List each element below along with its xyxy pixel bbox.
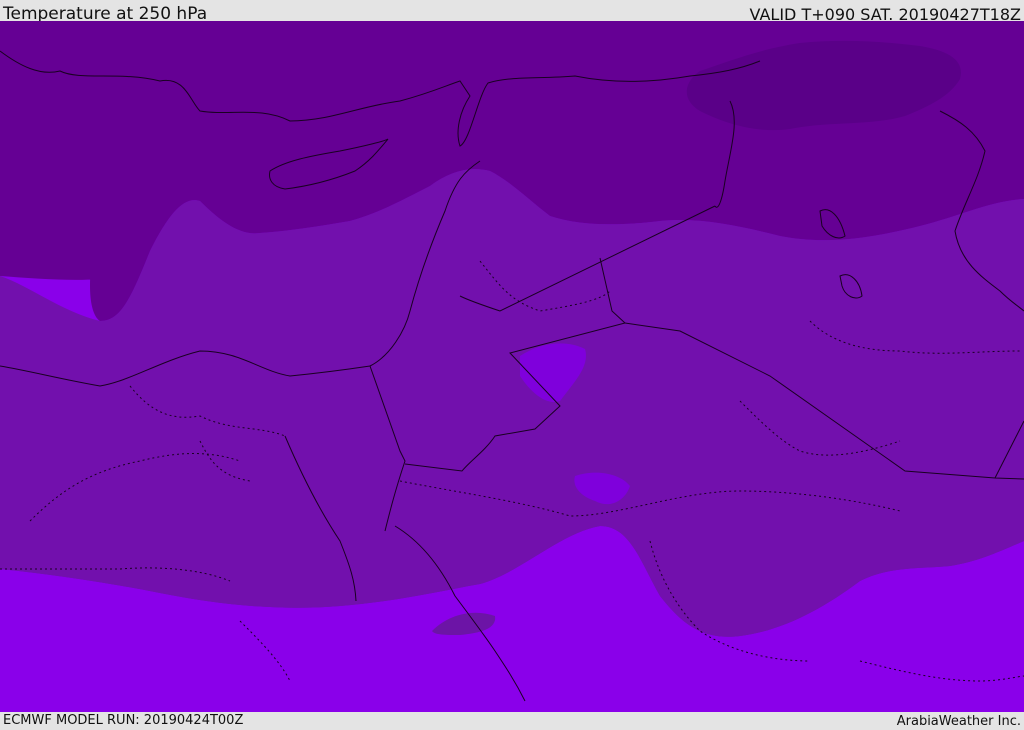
model-run-label: ECMWF MODEL RUN: 20190424T00Z <box>3 713 244 728</box>
temperature-map[interactable] <box>0 21 1024 712</box>
map-canvas <box>0 21 1024 712</box>
footer-bar: ECMWF MODEL RUN: 20190424T00Z ArabiaWeat… <box>0 712 1024 729</box>
credit-label: ArabiaWeather Inc. <box>896 714 1021 729</box>
header-bar: Temperature at 250 hPa VALID T+090 SAT. … <box>0 0 1024 24</box>
